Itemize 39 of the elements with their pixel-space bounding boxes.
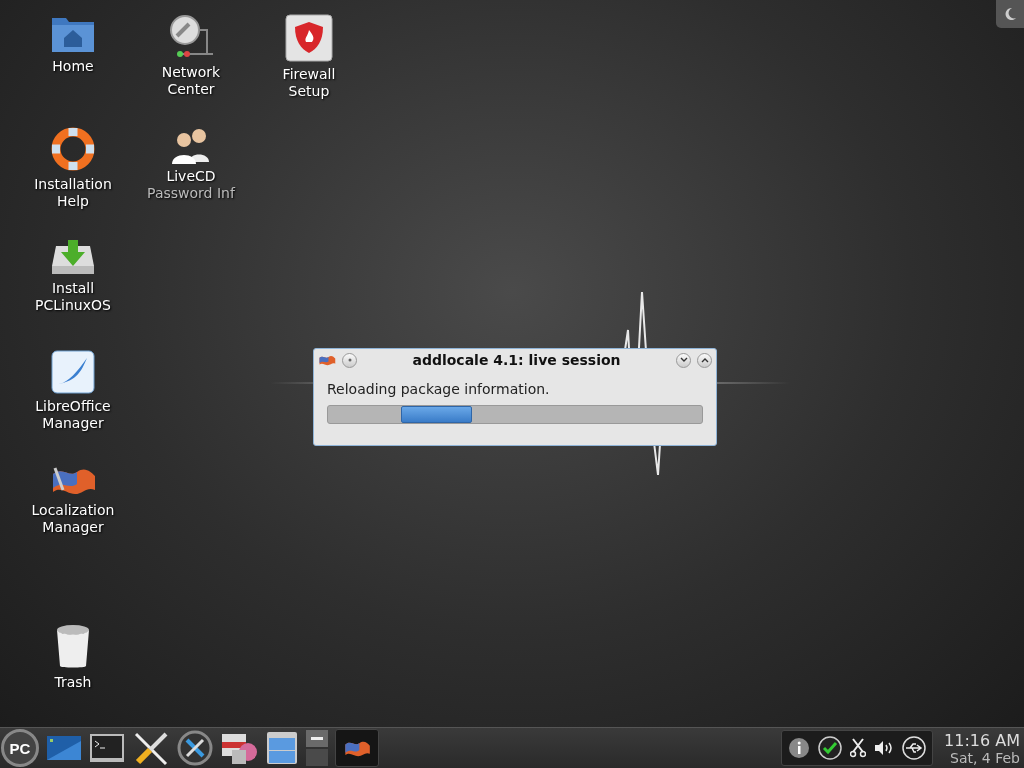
flag-wave-icon (318, 353, 336, 367)
settings-icon[interactable] (177, 730, 213, 766)
chevron-up-icon (700, 357, 709, 363)
shield-flame-icon[interactable] (285, 14, 333, 62)
lifebuoy-icon[interactable] (50, 126, 96, 172)
desktop-icon-label[interactable]: LiveCD Password Inf (147, 168, 235, 202)
desktop-icon-label[interactable]: LibreOffice Manager (35, 398, 111, 432)
wrench-screwdriver-icon[interactable] (132, 730, 170, 766)
desktop-icon-label[interactable]: Home (52, 58, 94, 75)
terminal-icon[interactable] (89, 733, 125, 763)
crescent-icon (1003, 7, 1017, 21)
desktop-icon-label[interactable]: Localization Manager (31, 502, 115, 536)
chevron-down-icon (679, 357, 688, 363)
info-icon[interactable] (788, 737, 811, 759)
trash-icon[interactable] (55, 624, 91, 670)
desktop-icon-label[interactable]: Installation Help (34, 176, 112, 210)
desktop-icon-label[interactable]: Firewall Setup (282, 66, 336, 100)
dot-icon (346, 357, 353, 363)
maximize-button[interactable] (697, 352, 712, 368)
pc-menu-button[interactable]: PC (1, 729, 39, 767)
file-cabinet-icon[interactable] (265, 730, 299, 766)
desktop-icon[interactable] (46, 733, 82, 763)
desktop-icon-label[interactable]: Trash (54, 674, 92, 691)
minimize-button[interactable] (676, 352, 691, 368)
clock[interactable]: 11:16 AM Sat, 4 Feb (940, 730, 1020, 766)
desktop-toolbox-button[interactable] (996, 0, 1024, 28)
usb-icon[interactable] (902, 736, 927, 760)
network-wrench-icon[interactable] (167, 14, 215, 60)
status-message: Reloading package information. (327, 381, 551, 397)
task-button[interactable] (335, 729, 379, 767)
office-document-icon[interactable] (51, 350, 95, 394)
volume-icon[interactable] (874, 740, 895, 756)
scissors-icon[interactable] (850, 738, 867, 758)
drive-download-icon[interactable] (50, 238, 96, 276)
desktop-icon-label[interactable]: Network Center (161, 64, 221, 98)
desktop-icon-label[interactable]: Install PCLinuxOS (35, 280, 111, 314)
window-title: addlocale 4.1: live session (411, 352, 622, 368)
checkmark-icon[interactable] (818, 736, 843, 760)
virtual-desktop[interactable] (306, 730, 328, 747)
